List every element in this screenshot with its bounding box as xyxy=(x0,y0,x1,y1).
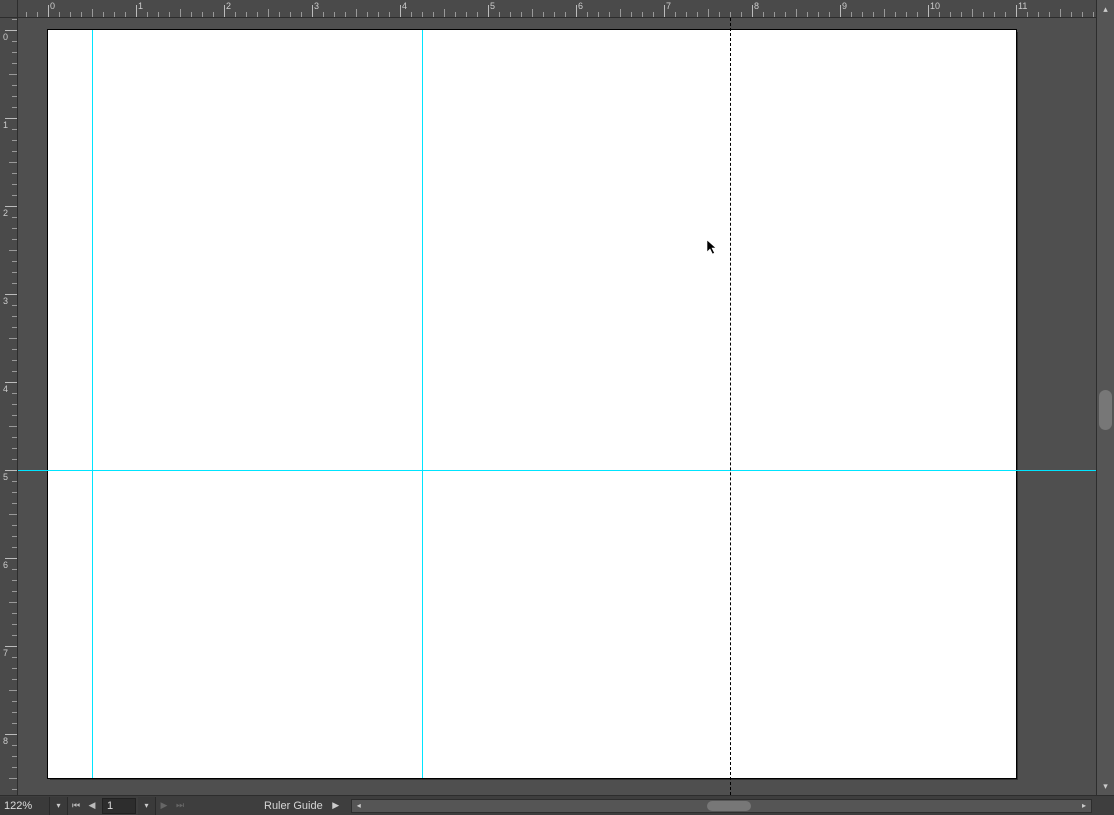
ruler-h-label: 10 xyxy=(930,1,940,11)
page-number-value: 1 xyxy=(107,800,113,812)
vertical-guide[interactable] xyxy=(422,30,423,778)
vertical-ruler[interactable]: 0 1 2 3 4 5 6 7 8 xyxy=(0,18,18,795)
document-page[interactable] xyxy=(48,30,1016,778)
page-dropdown-icon[interactable]: ▾ xyxy=(138,797,156,815)
ruler-v-label: 4 xyxy=(3,384,8,394)
scroll-up-icon[interactable]: ▴ xyxy=(1097,0,1114,18)
ruler-h-label: 9 xyxy=(842,1,847,11)
ruler-h-label: 6 xyxy=(578,1,583,11)
ruler-v-label: 0 xyxy=(3,32,8,42)
ruler-v-label: 2 xyxy=(3,208,8,218)
ruler-h-label: 5 xyxy=(490,1,495,11)
ruler-v-label: 7 xyxy=(3,648,8,658)
next-page-button[interactable]: ▶ xyxy=(156,797,172,815)
ruler-h-label: 3 xyxy=(314,1,319,11)
status-tool-label: Ruler Guide xyxy=(258,800,329,812)
vertical-scrollbar[interactable]: ▴ ▾ xyxy=(1096,0,1114,795)
status-expand-icon[interactable]: ▶ xyxy=(329,800,343,811)
ruler-v-label: 5 xyxy=(3,472,8,482)
dragging-vertical-guide[interactable] xyxy=(730,18,731,795)
prev-page-button[interactable]: ◀ xyxy=(84,797,100,815)
ruler-v-label: 6 xyxy=(3,560,8,570)
scroll-right-icon[interactable]: ▸ xyxy=(1077,800,1091,812)
vertical-scroll-thumb[interactable] xyxy=(1099,390,1112,430)
zoom-dropdown-icon[interactable]: ▾ xyxy=(50,797,68,815)
horizontal-scrollbar[interactable]: ◂ ▸ xyxy=(351,799,1092,813)
horizontal-ruler[interactable]: 0 1 2 3 4 5 6 7 8 9 10 11 xyxy=(18,0,1096,18)
ruler-h-label: 8 xyxy=(754,1,759,11)
ruler-h-label: 2 xyxy=(226,1,231,11)
ruler-origin-corner[interactable] xyxy=(0,0,18,18)
ruler-h-label: 4 xyxy=(402,1,407,11)
horizontal-scroll-thumb[interactable] xyxy=(707,801,751,811)
zoom-value: 122% xyxy=(4,797,32,815)
ruler-v-label: 8 xyxy=(3,736,8,746)
last-page-button[interactable]: ⏭ xyxy=(172,797,188,815)
page-number-field[interactable]: 1 xyxy=(102,798,136,814)
ruler-h-label: 0 xyxy=(50,1,55,11)
horizontal-guide[interactable] xyxy=(18,470,1096,471)
ruler-h-label: 11 xyxy=(1018,1,1027,11)
ruler-v-label: 1 xyxy=(3,120,8,130)
ruler-v-label: 3 xyxy=(3,296,8,306)
scroll-corner xyxy=(1096,797,1114,815)
pasteboard[interactable] xyxy=(18,18,1096,795)
zoom-field[interactable]: 122% xyxy=(0,797,50,815)
ruler-h-label: 1 xyxy=(138,1,143,11)
status-bar: 122% ▾ ⏮ ◀ 1 ▾ ▶ ⏭ Ruler Guide ▶ ◂ ▸ xyxy=(0,795,1114,815)
scroll-down-icon[interactable]: ▾ xyxy=(1097,777,1114,795)
scroll-left-icon[interactable]: ◂ xyxy=(352,800,366,812)
first-page-button[interactable]: ⏮ xyxy=(68,797,84,815)
ruler-h-label: 7 xyxy=(666,1,671,11)
vertical-guide[interactable] xyxy=(92,30,93,778)
